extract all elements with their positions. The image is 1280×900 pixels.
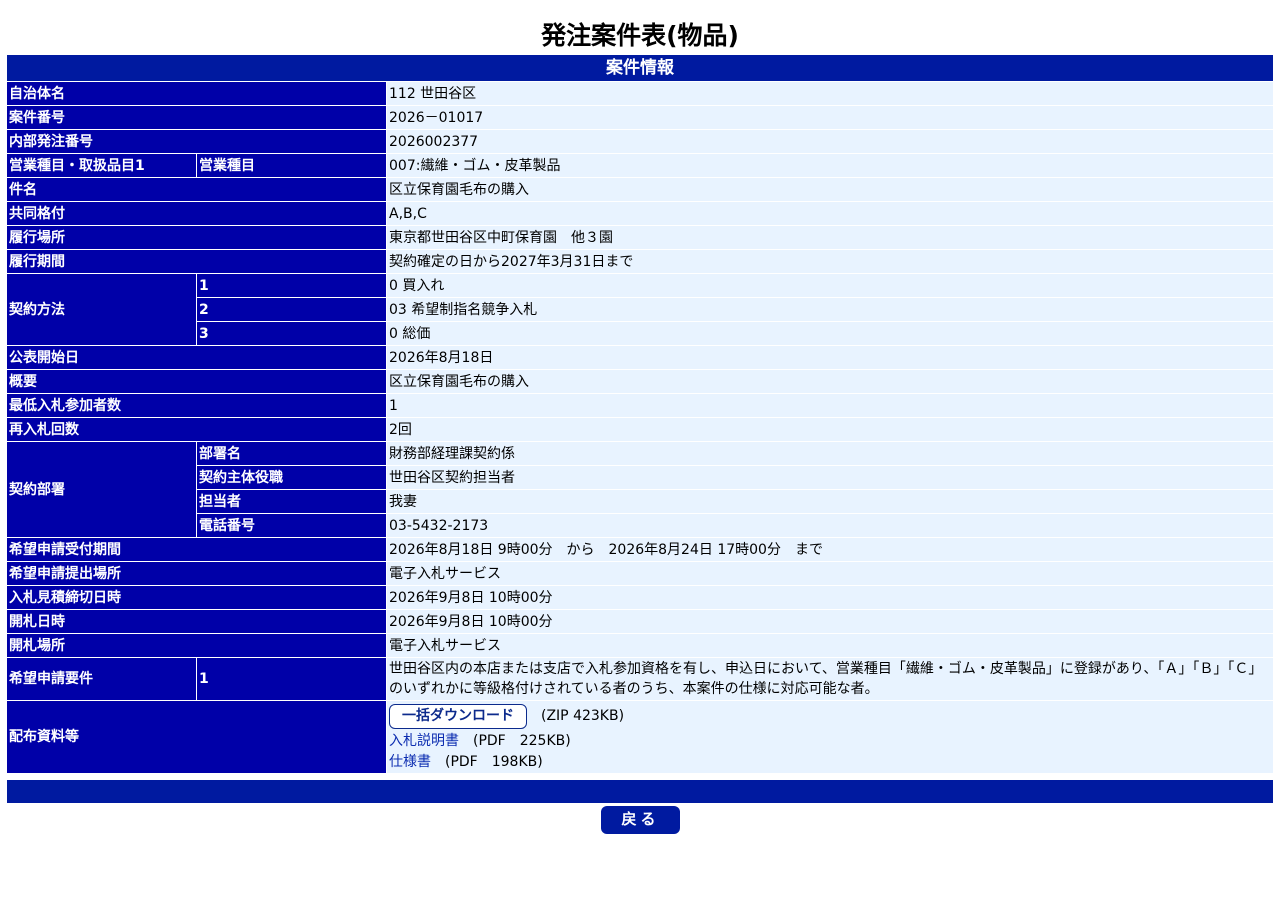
row-label-kaisatsu-date: 開札日時 bbox=[7, 610, 387, 633]
row-value-yoken: 世田谷区内の本店または支店で入札参加資格を有し、申込日において、営業種目「繊維・… bbox=[387, 658, 1273, 700]
row-label-kaisatsu-place: 開札場所 bbox=[7, 634, 387, 657]
row-value-kikan: 契約確定の日から2027年3月31日まで bbox=[387, 250, 1273, 273]
row-sublabel-yoken: 1 bbox=[197, 658, 387, 700]
table-row: 共同格付 A,B,C bbox=[7, 202, 1273, 225]
row-value-sainyu: 2回 bbox=[387, 418, 1273, 441]
row-value-anken-no: 2026－01017 bbox=[387, 106, 1273, 129]
table-row: 配布資料等 一括ダウンロード (ZIP 423KB) 入札説明書 (PDF 225… bbox=[7, 701, 1273, 773]
row-value-busho-2: 世田谷区契約担当者 bbox=[387, 466, 1273, 489]
row-value-kenmei: 区立保育園毛布の購入 bbox=[387, 178, 1273, 201]
row-value-naibu-no: 2026002377 bbox=[387, 130, 1273, 153]
table-row: 最低入札参加者数 1 bbox=[7, 394, 1273, 417]
footer-bar bbox=[7, 780, 1273, 803]
table-row: 自治体名 112 世田谷区 bbox=[7, 82, 1273, 105]
table-row: 履行場所 東京都世田谷区中町保育園 他３園 bbox=[7, 226, 1273, 249]
row-label-haifu: 配布資料等 bbox=[7, 701, 387, 773]
doc-info-setsumeisho: (PDF 225KB) bbox=[473, 732, 571, 749]
row-value-busho-1: 財務部経理課契約係 bbox=[387, 442, 1273, 465]
table-row: 2 03 希望制指名競争入札 bbox=[7, 298, 1273, 321]
table-row: 再入札回数 2回 bbox=[7, 418, 1273, 441]
row-sublabel-busho-2: 契約主体役職 bbox=[197, 466, 387, 489]
table-row: 開札場所 電子入札サービス bbox=[7, 634, 1273, 657]
table-row: 担当者 我妻 bbox=[7, 490, 1273, 513]
row-label-yoken: 希望申請要件 bbox=[7, 658, 197, 700]
row-sublabel-hoho-3: 3 bbox=[197, 322, 387, 345]
row-value-eigyo: 007:繊維・ゴム・皮革製品 bbox=[387, 154, 1273, 177]
row-label-anken-no: 案件番号 bbox=[7, 106, 387, 129]
row-value-shimekiri: 2026年9月8日 10時00分 bbox=[387, 586, 1273, 609]
row-value-kyodo: A,B,C bbox=[387, 202, 1273, 225]
row-value-teishutsu: 電子入札サービス bbox=[387, 562, 1273, 585]
row-label-shimekiri: 入札見積締切日時 bbox=[7, 586, 387, 609]
table-row: 希望申請提出場所 電子入札サービス bbox=[7, 562, 1273, 585]
row-label-teishutsu: 希望申請提出場所 bbox=[7, 562, 387, 585]
row-value-kohyo: 2026年8月18日 bbox=[387, 346, 1273, 369]
row-sublabel-busho-1: 部署名 bbox=[197, 442, 387, 465]
table-row: 案件番号 2026－01017 bbox=[7, 106, 1273, 129]
row-value-basho: 東京都世田谷区中町保育園 他３園 bbox=[387, 226, 1273, 249]
row-label-sainyu: 再入札回数 bbox=[7, 418, 387, 441]
row-value-kaisatsu-date: 2026年9月8日 10時00分 bbox=[387, 610, 1273, 633]
row-label-busho: 契約部署 bbox=[7, 442, 197, 537]
row-label-kohyo: 公表開始日 bbox=[7, 346, 387, 369]
table-row: 契約部署 部署名 財務部経理課契約係 bbox=[7, 442, 1273, 537]
back-button[interactable]: 戻る bbox=[601, 806, 680, 834]
row-value-hoho-1: 0 買入れ bbox=[387, 274, 1273, 297]
section-header: 案件情報 bbox=[7, 55, 1273, 81]
doc-link-setsumeisho[interactable]: 入札説明書 bbox=[389, 733, 459, 749]
table-row: 契約主体役職 世田谷区契約担当者 bbox=[7, 466, 1273, 489]
table-row: 希望申請受付期間 2026年8月18日 9時00分 から 2026年8月24日 … bbox=[7, 538, 1273, 561]
table-row: 営業種目・取扱品目1 営業種目 007:繊維・ゴム・皮革製品 bbox=[7, 154, 1273, 177]
bulk-download-info: (ZIP 423KB) bbox=[541, 707, 625, 724]
row-label-uketsuke: 希望申請受付期間 bbox=[7, 538, 387, 561]
table-row: 内部発注番号 2026002377 bbox=[7, 130, 1273, 153]
row-sublabel-busho-3: 担当者 bbox=[197, 490, 387, 513]
row-sublabel-eigyo: 営業種目 bbox=[197, 154, 387, 177]
table-row: 件名 区立保育園毛布の購入 bbox=[7, 178, 1273, 201]
table-row: 3 0 総価 bbox=[7, 322, 1273, 345]
row-label-saitei: 最低入札参加者数 bbox=[7, 394, 387, 417]
row-value-saitei: 1 bbox=[387, 394, 1273, 417]
row-label-naibu-no: 内部発注番号 bbox=[7, 130, 387, 153]
row-label-gaiyo: 概要 bbox=[7, 370, 387, 393]
case-info-table: 案件情報 自治体名 112 世田谷区 案件番号 2026－01017 内部発注番… bbox=[7, 54, 1273, 774]
row-value-busho-4: 03-5432-2173 bbox=[387, 514, 1273, 537]
row-label-eigyo: 営業種目・取扱品目1 bbox=[7, 154, 197, 177]
table-row: 電話番号 03-5432-2173 bbox=[7, 514, 1273, 537]
doc-link-shiyosho[interactable]: 仕様書 bbox=[389, 754, 431, 770]
row-label-jichitai: 自治体名 bbox=[7, 82, 387, 105]
row-value-uketsuke: 2026年8月18日 9時00分 から 2026年8月24日 17時00分 まで bbox=[387, 538, 1273, 561]
row-value-gaiyo: 区立保育園毛布の購入 bbox=[387, 370, 1273, 393]
row-label-hoho: 契約方法 bbox=[7, 274, 197, 345]
bulk-download-button[interactable]: 一括ダウンロード bbox=[389, 703, 527, 729]
table-row: 履行期間 契約確定の日から2027年3月31日まで bbox=[7, 250, 1273, 273]
row-value-jichitai: 112 世田谷区 bbox=[387, 82, 1273, 105]
table-row: 開札日時 2026年9月8日 10時00分 bbox=[7, 610, 1273, 633]
row-value-haifu: 一括ダウンロード (ZIP 423KB) 入札説明書 (PDF 225KB) 仕様… bbox=[387, 701, 1273, 773]
doc-info-shiyosho: (PDF 198KB) bbox=[445, 753, 543, 770]
table-row: 希望申請要件 1 世田谷区内の本店または支店で入札参加資格を有し、申込日において… bbox=[7, 658, 1273, 700]
row-label-kenmei: 件名 bbox=[7, 178, 387, 201]
table-row: 公表開始日 2026年8月18日 bbox=[7, 346, 1273, 369]
row-label-kyodo: 共同格付 bbox=[7, 202, 387, 225]
table-row: 概要 区立保育園毛布の購入 bbox=[7, 370, 1273, 393]
row-value-hoho-2: 03 希望制指名競争入札 bbox=[387, 298, 1273, 321]
table-row: 入札見積締切日時 2026年9月8日 10時00分 bbox=[7, 586, 1273, 609]
row-sublabel-hoho-2: 2 bbox=[197, 298, 387, 321]
row-label-kikan: 履行期間 bbox=[7, 250, 387, 273]
row-sublabel-busho-4: 電話番号 bbox=[197, 514, 387, 537]
page-title: 発注案件表(物品) bbox=[541, 21, 739, 50]
row-value-busho-3: 我妻 bbox=[387, 490, 1273, 513]
table-row: 契約方法 1 0 買入れ bbox=[7, 274, 1273, 345]
row-value-kaisatsu-place: 電子入札サービス bbox=[387, 634, 1273, 657]
row-value-hoho-3: 0 総価 bbox=[387, 322, 1273, 345]
row-label-basho: 履行場所 bbox=[7, 226, 387, 249]
row-sublabel-hoho-1: 1 bbox=[197, 274, 387, 297]
